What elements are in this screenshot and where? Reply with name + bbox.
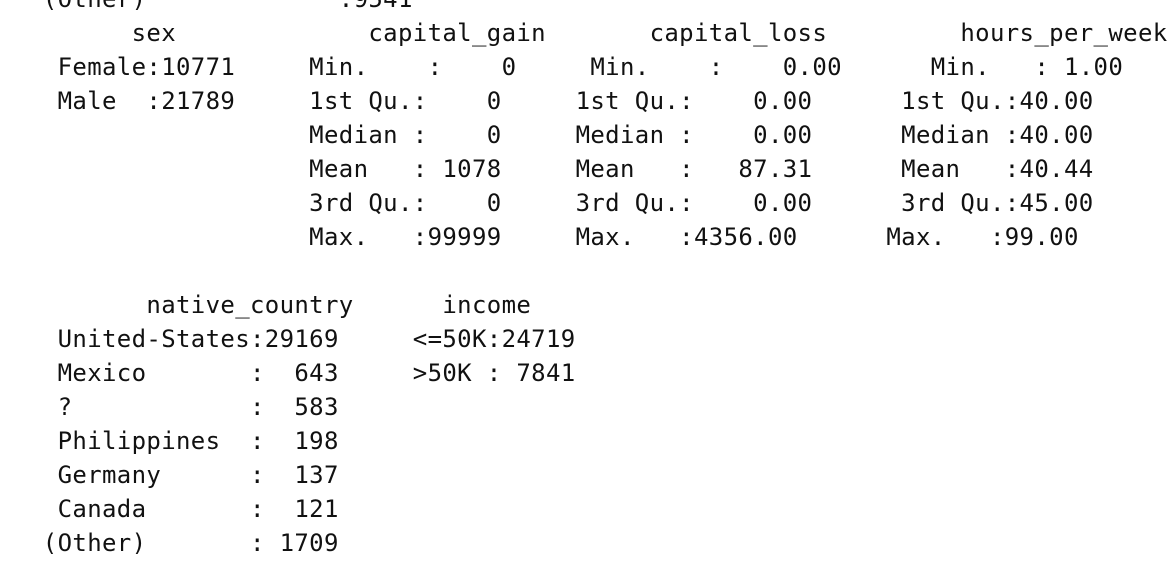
- console-line-header-sex-capital-hours: sex capital_gain capital_loss hours_per_…: [28, 19, 1176, 47]
- console-line-median: Median : 0 Median : 0.00 Median :40.00: [28, 121, 1138, 149]
- console-line-max: Max. :99999 Max. :4356.00 Max. :99.00: [28, 223, 1124, 251]
- console-line-mexico: Mexico : 643 >50K : 7841: [28, 359, 606, 387]
- console-line-canada: Canada : 121: [28, 495, 606, 523]
- console-line-female-min: Female:10771 Min. : 0 Min. : 0.00 Min. :…: [28, 53, 1168, 81]
- console-line-3rdqu: 3rd Qu.: 0 3rd Qu.: 0.00 3rd Qu.:45.00: [28, 189, 1138, 217]
- console-line-philippines: Philippines : 198: [28, 427, 606, 455]
- console-line-united-states: United-States:29169 <=50K:24719: [28, 325, 606, 353]
- console-line-mean: Mean : 1078 Mean : 87.31 Mean :40.44: [28, 155, 1138, 183]
- console-line-other: (Other) : 1709: [28, 529, 606, 557]
- console-line-male-1stqu: Male :21789 1st Qu.: 0 1st Qu.: 0.00 1st…: [28, 87, 1138, 115]
- console-line-other-prev: (Other) :9541: [28, 0, 1176, 16]
- console-line-header-native-country-income: native_country income: [28, 291, 606, 319]
- console-line-germany: Germany : 137: [28, 461, 606, 489]
- console-line-blank: [28, 254, 1176, 288]
- console-line-unknown: ? : 583: [28, 393, 606, 421]
- r-console-output: (Other) :9541 sex capital_gain capital_l…: [0, 0, 1176, 560]
